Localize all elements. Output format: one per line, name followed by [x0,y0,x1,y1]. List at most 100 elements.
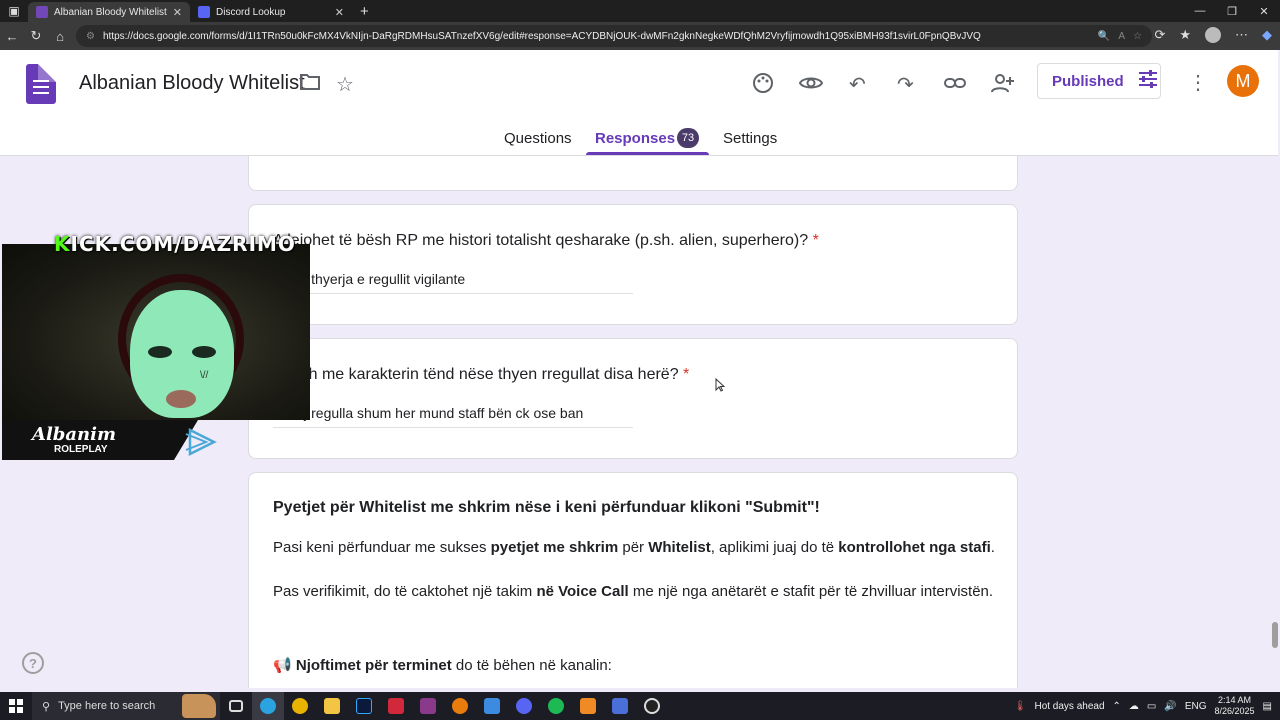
add-collaborator-icon[interactable] [990,72,1016,100]
window-menu-icon[interactable]: ▣ [0,0,28,22]
discord-app-icon[interactable] [508,692,540,720]
preview-eye-icon[interactable] [798,72,824,100]
system-tray: 🌡 Hot days ahead ⌃ ☁ ▭ 🔊 ENG 2:14 AM 8/2… [1014,692,1280,720]
store-app-icon[interactable] [476,692,508,720]
section-paragraph-3: 📢 Njoftimet për terminet do të bëhen në … [273,657,612,674]
browser-menu-icon[interactable]: ⋯ [1235,27,1248,43]
question-card: ndodh me karakterin tënd nëse thyen rreg… [248,338,1018,459]
address-bar[interactable]: ⚙ https://docs.google.com/forms/d/1I1TRn… [76,25,1152,47]
volume-icon[interactable]: 🔊 [1164,701,1176,712]
cloud-icon[interactable]: ☁ [1129,701,1139,712]
search-icon: ⚲ [42,700,51,713]
answer-text: e thej regulla shum her mund staff bën c… [273,405,633,428]
google-forms-favicon-icon [36,6,48,18]
taskbar-search-box[interactable]: ⚲ Type here to search [32,692,220,720]
tab-responses[interactable]: Responses [595,130,675,147]
search-highlight-image [182,694,216,718]
folder-icon[interactable] [299,72,321,98]
windows-taskbar: ⚲ Type here to search 🌡 Hot days ahead ⌃… [0,692,1280,720]
close-window-icon[interactable]: ✕ [1248,0,1280,22]
browser-extensions: ⟳ ★ ⋯ ◆ [1154,27,1272,43]
weather-text[interactable]: Hot days ahead [1034,701,1104,712]
search-placeholder: Type here to search [58,700,156,712]
balaclava-mask: \// [130,290,234,418]
chrome-app-icon[interactable] [284,692,316,720]
page-scrollbar[interactable] [1270,156,1278,688]
mouse-cursor-icon [715,377,726,392]
published-button[interactable]: Published [1037,63,1161,99]
close-tab-icon[interactable]: ✕ [173,6,182,19]
red-app-icon[interactable] [380,692,412,720]
maximize-icon[interactable]: ❐ [1216,0,1248,22]
mask-eye-right [192,346,216,358]
kick-channel-text: KICK.COM/DAZRIMO [54,232,296,256]
stream-play-icon [184,426,218,458]
profile-icon[interactable] [1205,27,1221,43]
extensions-icon[interactable]: ⟳ [1154,27,1165,43]
forms-header: Albanian Bloody Whitelist ☆ ↶ ↷ Publishe… [0,50,1278,156]
tab-questions[interactable]: Questions [504,130,572,147]
thermometer-icon: 🌡 [1013,700,1027,712]
brand-sub-text: ROLEPLAY [54,444,108,455]
obs-app-icon[interactable] [636,692,668,720]
browser-tab-discord[interactable]: Discord Lookup ✕ [190,2,352,22]
reload-icon[interactable]: ↻ [24,28,48,44]
favorite-star-icon[interactable]: ☆ [1133,31,1142,42]
task-view-icon[interactable] [220,692,252,720]
orange-app-icon[interactable] [572,692,604,720]
mask-eye-left [148,346,172,358]
minimize-icon[interactable]: — [1184,0,1216,22]
help-icon[interactable]: ? [22,652,44,674]
zoom-icon[interactable]: 🔍 [1098,31,1110,42]
section-heading: Pyetjet për Whitelist me shkrim nëse i k… [273,499,820,516]
brand-main-text: Albanim [32,424,117,445]
question-card-previous [248,156,1018,191]
file-explorer-icon[interactable] [316,692,348,720]
form-title[interactable]: Albanian Bloody Whitelist [79,72,305,95]
question-title: A lejohet të bësh RP me histori totalish… [273,232,819,249]
google-forms-logo-icon[interactable] [26,64,56,104]
info-section-card: Pyetjet për Whitelist me shkrim nëse i k… [248,472,1018,688]
tab-title: Discord Lookup [216,6,286,18]
new-tab-plus-icon[interactable]: + [352,2,377,22]
clock-date: 8/26/2025 [1214,706,1255,716]
scrollbar-thumb[interactable] [1272,622,1278,648]
edge-app-icon[interactable] [252,692,284,720]
section-paragraph-2: Pas verifikimit, do të caktohet një taki… [273,583,994,600]
lang-text[interactable]: ENG [1185,701,1207,712]
favorites-icon[interactable]: ★ [1179,27,1191,43]
vm-app-icon[interactable] [604,692,636,720]
windows-start-icon[interactable] [0,699,32,713]
tune-icon [1138,70,1158,92]
site-info-icon[interactable]: ⚙ [86,31,95,42]
close-tab-icon[interactable]: ✕ [335,6,344,19]
avatar[interactable]: M [1227,65,1259,97]
responses-count-badge: 73 [677,128,699,148]
home-icon[interactable]: ⌂ [48,29,72,44]
tab-settings[interactable]: Settings [723,130,777,147]
blender-app-icon[interactable] [444,692,476,720]
copilot-icon[interactable]: ◆ [1262,27,1272,43]
section-paragraph-1: Pasi keni përfunduar me sukses pyetjet m… [273,539,995,556]
network-icon[interactable]: ▭ [1147,701,1156,712]
chevron-up-icon[interactable]: ⌃ [1113,701,1121,712]
back-arrow-icon[interactable]: ← [0,29,24,44]
notifications-icon[interactable]: ▤ [1263,701,1272,712]
spotify-app-icon[interactable] [540,692,572,720]
more-options-icon[interactable]: ⋮ [1188,70,1208,95]
star-icon[interactable]: ☆ [336,72,354,97]
photoshop-app-icon[interactable] [348,692,380,720]
redo-icon[interactable]: ↷ [897,72,914,97]
palette-icon[interactable] [752,72,774,100]
read-aloud-icon[interactable]: A [1118,31,1125,42]
clock[interactable]: 2:14 AM 8/26/2025 [1215,695,1255,717]
mask-mouth [166,390,196,408]
question-title: ndodh me karakterin tënd nëse thyen rreg… [273,366,690,383]
undo-icon[interactable]: ↶ [849,72,866,97]
published-label: Published [1052,72,1124,90]
link-icon[interactable] [943,72,967,100]
browser-tab-strip: ▣ Albanian Bloody Whitelist - Goog ✕ Dis… [0,0,1280,22]
winrar-app-icon[interactable] [412,692,444,720]
browser-tab-forms[interactable]: Albanian Bloody Whitelist - Goog ✕ [28,2,190,22]
url-text: https://docs.google.com/forms/d/1I1TRn50… [102,30,981,42]
